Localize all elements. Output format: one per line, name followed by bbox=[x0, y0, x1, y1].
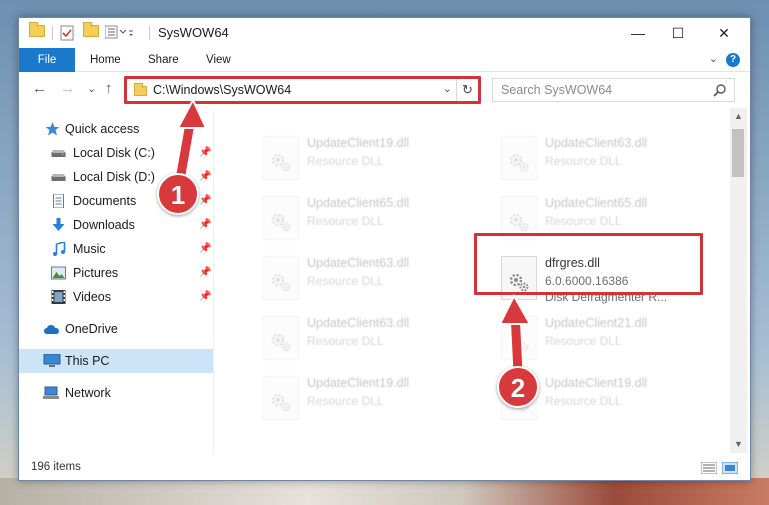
file-name: UpdateClient19.dll bbox=[545, 376, 648, 390]
videos-icon bbox=[51, 290, 66, 304]
sidebar-item-downloads[interactable]: Downloads 📌 bbox=[19, 213, 213, 237]
up-button[interactable]: ↑ bbox=[105, 80, 113, 97]
star-icon bbox=[45, 122, 60, 136]
file-name: UpdateClient21.dll bbox=[545, 316, 648, 330]
file-item[interactable]: UpdateClient65.dll Resource DLL bbox=[241, 190, 471, 246]
dll-file-icon bbox=[263, 196, 299, 240]
forward-button[interactable]: → bbox=[60, 80, 75, 97]
sidebar-item-this-pc[interactable]: This PC bbox=[19, 349, 213, 373]
dll-file-icon bbox=[263, 136, 299, 180]
pin-icon[interactable]: 📌 bbox=[199, 261, 211, 285]
tab-view[interactable]: View bbox=[192, 48, 245, 72]
file-type: Resource DLL bbox=[307, 334, 384, 348]
scroll-up-button[interactable]: ▲ bbox=[730, 108, 747, 125]
pin-icon[interactable]: 📌 bbox=[199, 285, 211, 309]
dll-file-icon bbox=[263, 316, 299, 360]
callout-number-1: 1 bbox=[157, 173, 199, 215]
file-type: Resource DLL bbox=[545, 154, 622, 168]
navigation-pane: Quick access Local Disk (C:) 📌 Local Dis… bbox=[19, 108, 213, 453]
file-type: Resource DLL bbox=[545, 334, 622, 348]
item-count: 196 items bbox=[31, 461, 81, 473]
large-icons-view-icon[interactable] bbox=[722, 462, 738, 474]
help-icon[interactable]: ? bbox=[726, 53, 740, 67]
sidebar-item-videos[interactable]: Videos 📌 bbox=[19, 285, 213, 309]
file-name: UpdateClient65.dll bbox=[307, 196, 410, 210]
close-button[interactable]: ✕ bbox=[701, 18, 747, 48]
file-highlight-box bbox=[474, 233, 703, 295]
file-name: UpdateClient63.dll bbox=[307, 256, 410, 270]
documents-icon bbox=[53, 194, 64, 208]
tab-home[interactable]: Home bbox=[76, 48, 135, 72]
properties-icon[interactable] bbox=[60, 25, 74, 41]
window-folder-icon bbox=[29, 22, 45, 37]
file-item[interactable]: UpdateClient19.dll Resource DLL bbox=[241, 370, 471, 426]
title-divider bbox=[149, 26, 150, 40]
file-name: UpdateClient19.dll bbox=[307, 376, 410, 390]
sidebar-item-pictures[interactable]: Pictures 📌 bbox=[19, 261, 213, 285]
sidebar-item-local-disk-c[interactable]: Local Disk (C:) 📌 bbox=[19, 141, 213, 165]
search-input[interactable]: Search SysWOW64 bbox=[501, 83, 612, 97]
pin-icon[interactable]: 📌 bbox=[199, 141, 211, 165]
sidebar-item-onedrive[interactable]: OneDrive bbox=[19, 317, 213, 341]
dll-file-icon bbox=[501, 136, 537, 180]
sidebar-item-network[interactable]: Network bbox=[19, 381, 213, 405]
file-type: Resource DLL bbox=[545, 214, 622, 228]
details-view-icon[interactable] bbox=[701, 462, 717, 474]
scroll-down-button[interactable]: ▼ bbox=[730, 436, 747, 453]
search-icon[interactable] bbox=[713, 83, 727, 97]
desktop-background bbox=[0, 478, 769, 505]
drive-icon bbox=[51, 174, 66, 181]
recent-locations-button[interactable]: ⌄ bbox=[87, 82, 96, 95]
callout-number-2: 2 bbox=[497, 366, 539, 408]
download-icon bbox=[52, 218, 65, 231]
expand-ribbon-icon[interactable]: ⌄ bbox=[709, 52, 718, 65]
new-folder-icon[interactable] bbox=[83, 22, 99, 37]
title-divider bbox=[52, 26, 53, 40]
file-item[interactable]: UpdateClient63.dll Resource DLL bbox=[479, 130, 709, 186]
network-icon bbox=[43, 386, 59, 399]
file-name: UpdateClient19.dll bbox=[307, 136, 410, 150]
file-type: Resource DLL bbox=[545, 394, 622, 408]
file-name: UpdateClient65.dll bbox=[545, 196, 648, 210]
pin-icon[interactable]: 📌 bbox=[199, 165, 211, 189]
tab-file[interactable]: File bbox=[19, 48, 75, 72]
sidebar-item-music[interactable]: Music 📌 bbox=[19, 237, 213, 261]
pin-icon[interactable]: 📌 bbox=[199, 237, 211, 261]
file-type: Resource DLL bbox=[307, 274, 384, 288]
back-button[interactable]: ← bbox=[32, 80, 47, 97]
title-bar: SysWOW64 — ☐ ✕ bbox=[19, 18, 750, 48]
maximize-button[interactable]: ☐ bbox=[655, 18, 701, 48]
file-type: Resource DLL bbox=[307, 214, 384, 228]
sidebar-item-quick-access[interactable]: Quick access bbox=[19, 117, 213, 141]
address-highlight-box bbox=[124, 76, 481, 104]
file-item[interactable]: UpdateClient19.dll Resource DLL bbox=[241, 130, 471, 186]
dll-file-icon bbox=[501, 316, 537, 360]
pictures-icon bbox=[51, 266, 66, 280]
music-icon bbox=[53, 242, 66, 256]
file-name: UpdateClient63.dll bbox=[307, 316, 410, 330]
scroll-thumb[interactable] bbox=[732, 129, 744, 177]
search-box[interactable]: Search SysWOW64 bbox=[492, 78, 735, 102]
file-name: UpdateClient63.dll bbox=[545, 136, 648, 150]
vertical-scrollbar[interactable]: ▲ ▼ bbox=[730, 108, 747, 453]
pin-icon[interactable]: 📌 bbox=[199, 189, 211, 213]
customize-toolbar-icon[interactable] bbox=[105, 25, 133, 39]
dll-file-icon bbox=[263, 376, 299, 420]
file-item[interactable]: UpdateClient21.dll Resource DLL bbox=[479, 310, 709, 366]
status-bar: 196 items bbox=[19, 455, 750, 480]
file-item[interactable]: UpdateClient63.dll Resource DLL bbox=[241, 310, 471, 366]
dll-file-icon bbox=[263, 256, 299, 300]
window-title: SysWOW64 bbox=[158, 25, 229, 40]
cloud-icon bbox=[44, 325, 59, 334]
file-type: Resource DLL bbox=[307, 154, 384, 168]
file-item[interactable]: UpdateClient63.dll Resource DLL bbox=[241, 250, 471, 306]
file-type: Resource DLL bbox=[307, 394, 384, 408]
pin-icon[interactable]: 📌 bbox=[199, 213, 211, 237]
drive-icon bbox=[51, 150, 66, 157]
computer-icon bbox=[43, 354, 61, 367]
tab-share[interactable]: Share bbox=[134, 48, 193, 72]
pane-divider bbox=[213, 108, 214, 453]
ribbon-tabs: File Home Share View ⌄ ? bbox=[19, 48, 750, 72]
